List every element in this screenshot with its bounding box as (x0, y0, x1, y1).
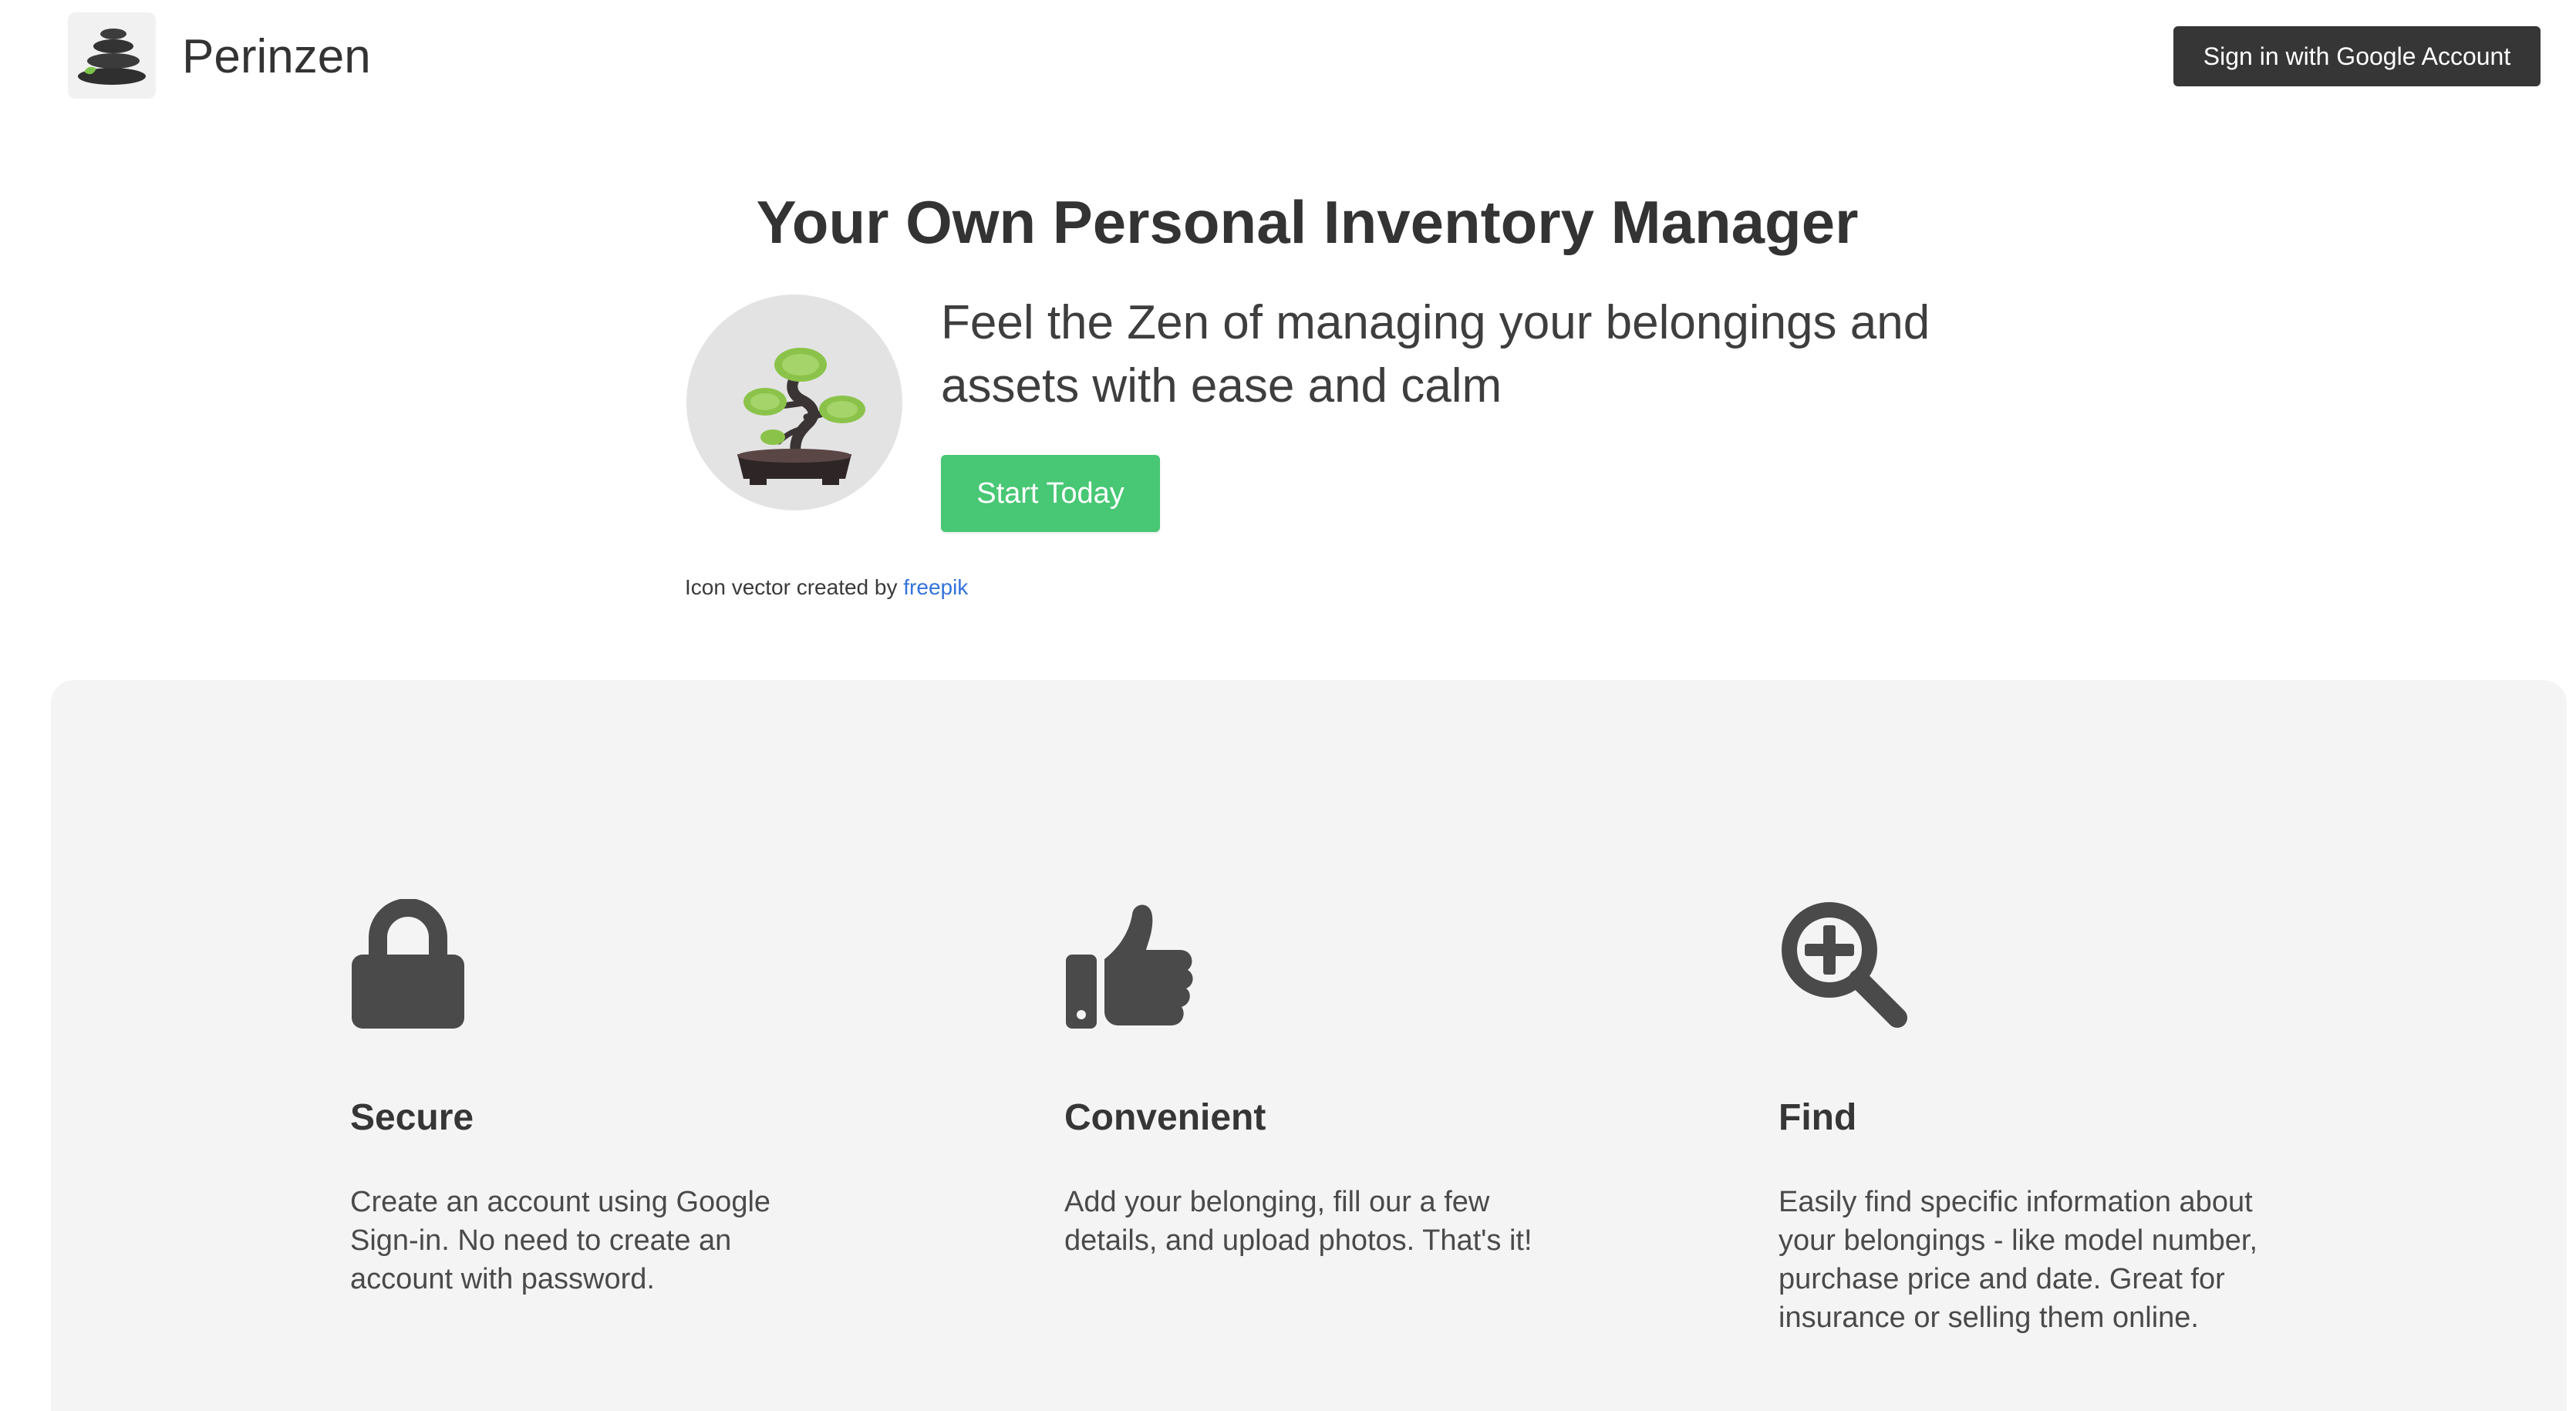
feature-title: Convenient (1064, 1097, 1266, 1138)
hero-tagline: Feel the Zen of managing your belongings… (941, 296, 1930, 413)
logo[interactable] (68, 12, 156, 99)
bonsai-illustration (686, 295, 902, 510)
feature-description: Add your belonging, fill our a few detai… (1064, 1186, 1532, 1257)
credit-text: Icon vector created by (685, 575, 898, 599)
thumbs-up-icon (1064, 899, 1195, 1034)
landing-page: Perinzen Sign in with Google Account You… (0, 0, 2576, 1411)
feature-description: Easily find specific information about y… (1779, 1186, 2258, 1334)
brand-name[interactable]: Perinzen (182, 26, 371, 88)
feature-title: Find (1779, 1097, 1857, 1138)
bonsai-icon (737, 348, 865, 485)
start-today-button[interactable]: Start Today (941, 455, 1160, 532)
zen-stones-icon (78, 29, 146, 85)
feature-title: Secure (350, 1097, 474, 1138)
page-title: Your Own Personal Inventory Manager (756, 188, 1859, 256)
feature-description: Create an account using Google Sign-in. … (350, 1186, 771, 1295)
search-plus-icon (1779, 899, 1910, 1034)
google-signin-button[interactable]: Sign in with Google Account (2173, 26, 2541, 86)
features-section: Secure Create an account using Google Si… (51, 680, 2567, 1411)
lock-icon (350, 898, 466, 1034)
icon-credit: Icon vector created by freepik (685, 575, 968, 600)
freepik-link[interactable]: freepik (903, 575, 968, 599)
